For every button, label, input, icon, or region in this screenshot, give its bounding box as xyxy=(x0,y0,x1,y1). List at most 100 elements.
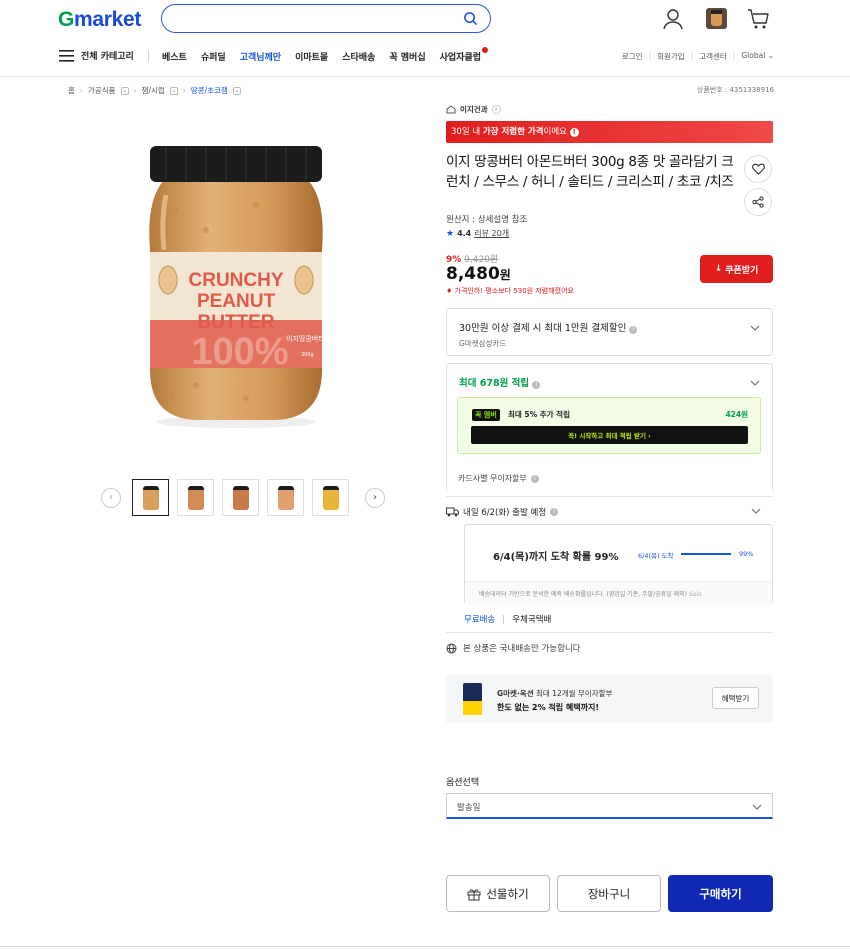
installment-text: 카드사별 무이자할부 xyxy=(458,474,527,483)
star-icon: ★ xyxy=(446,228,455,239)
lowest-price-banner: 30일 내 가장 저렴한 가격이에요 ! xyxy=(446,121,773,143)
nav-emart[interactable]: 이마트몰 xyxy=(295,50,328,63)
section-divider xyxy=(446,496,773,497)
banner-suffix: 이에요 xyxy=(543,127,568,137)
footer-divider xyxy=(0,946,850,947)
jar-text-peanut: PEANUT xyxy=(197,291,276,312)
all-category-menu[interactable]: 전체 카테고리 xyxy=(59,49,134,62)
nav-for-you[interactable]: 고객님께만 xyxy=(240,50,281,63)
review-count[interactable]: 리뷰 20개 xyxy=(474,228,509,239)
thumbnail-5[interactable] xyxy=(312,479,349,516)
domestic-text: 본 상품은 국내배송만 가능합니다 xyxy=(463,644,581,654)
all-category-label: 전체 카테고리 xyxy=(81,52,134,62)
delivery-note-brand: Solo xyxy=(688,591,702,598)
rating-score: 4.4 xyxy=(457,229,472,238)
domestic-shipping-note: 본 상품은 국내배송만 가능합니다 xyxy=(446,642,581,654)
nav-superdeal[interactable]: 슈퍼딜 xyxy=(201,50,226,63)
chevron-right-icon: › xyxy=(491,105,501,114)
seller-link[interactable]: 이지건과 › xyxy=(446,104,501,115)
card-benefit-panel[interactable]: 30만원 이상 결제 시 최대 1만원 결제할인 i G마켓삼성카드 xyxy=(446,308,773,356)
gift-icon xyxy=(467,888,481,900)
search-input[interactable] xyxy=(161,4,491,33)
chevron-up-icon[interactable] xyxy=(751,506,761,516)
banner-strong: 가장 저렴한 가격 xyxy=(482,127,544,137)
shipping-title: 내일 6/2(화) 출발 예정 xyxy=(463,508,547,518)
option-select[interactable]: 발송일 xyxy=(446,793,773,819)
thumbnail-4[interactable] xyxy=(267,479,304,516)
thumbnail-3[interactable] xyxy=(222,479,259,516)
thumbnail-1[interactable] xyxy=(132,479,169,516)
points-title-text: 최대 678원 적립 xyxy=(459,378,530,389)
arrival-bar-fill xyxy=(681,553,731,555)
wishlist-button[interactable] xyxy=(744,155,772,183)
membership-start-button[interactable]: 꼭! 시작하고 최대 적립 받기 › xyxy=(471,426,748,444)
info-icon[interactable]: i xyxy=(532,381,541,389)
cart-icon[interactable] xyxy=(746,7,770,31)
chevron-down-icon xyxy=(752,804,762,810)
origin-info: 원산지 : 상세설명 참조 xyxy=(446,215,528,225)
membership-text: 최대 5% 추가 적립 xyxy=(508,410,570,419)
recent-view-thumbnail[interactable] xyxy=(706,8,727,29)
card-promo-banner[interactable]: G마켓·옥션 최대 12개월 무이자할부 한도 없는 2% 적립 혜택까지! 혜… xyxy=(446,675,773,723)
share-button[interactable] xyxy=(744,188,772,216)
divider xyxy=(503,614,505,624)
customer-center-link[interactable]: 고객센터 xyxy=(699,51,727,62)
jar-lid xyxy=(150,146,322,182)
rating-summary[interactable]: ★ 4.4 리뷰 20개 xyxy=(446,228,509,239)
thumb-next-button[interactable]: › xyxy=(365,487,385,508)
info-icon[interactable]: ! xyxy=(569,128,579,137)
sale-price: 8,480원 xyxy=(446,264,511,284)
global-label: Global xyxy=(741,51,766,60)
nav-membership[interactable]: 꼭 멤버십 xyxy=(389,50,425,63)
chevron-left-icon: ‹ xyxy=(109,492,113,503)
product-main-image[interactable]: CRUNCHY PEANUT BUTTER 100% 이지땅콩버터 300g xyxy=(136,140,336,430)
thumbnail-2[interactable] xyxy=(177,479,214,516)
info-icon[interactable]: i xyxy=(629,326,638,334)
membership-box: 꼭 멤버 최대 5% 추가 적립 424원 꼭! 시작하고 최대 적립 받기 › xyxy=(457,397,761,454)
promo-line1: G마켓·옥션 최대 12개월 무이자할부 xyxy=(497,688,612,699)
info-icon[interactable]: i xyxy=(550,508,559,516)
signup-link[interactable]: 회원가입 xyxy=(657,51,685,62)
nav-business-club-label: 사업자클럽 xyxy=(439,53,482,63)
global-link[interactable]: Global ⌄ xyxy=(741,51,774,62)
add-to-cart-button[interactable]: 장바구니 xyxy=(557,875,661,912)
promo-line1-rest: 최대 12개월 무이자할부 xyxy=(533,689,613,698)
delivery-note: 배송데이터 기반으로 분석한 예측 배송확률입니다. (영업일 기준, 주말/공… xyxy=(465,581,772,604)
gmarket-logo[interactable]: Gmarket xyxy=(58,8,141,32)
chevron-down-icon[interactable]: ⌄ xyxy=(232,86,241,95)
breadcrumb-home[interactable]: 홈 xyxy=(68,85,75,96)
arrival-probability-bar xyxy=(681,553,731,555)
get-benefit-button[interactable]: 혜택받기 xyxy=(712,687,759,709)
breadcrumb-current[interactable]: 땅콩/초코잼 xyxy=(191,85,228,96)
jar-text-butter: BUTTER xyxy=(197,312,274,333)
utility-links: 로그인 | 회원가입 | 고객센터 | Global ⌄ xyxy=(621,51,774,62)
search-icon[interactable] xyxy=(463,11,478,26)
chevron-down-icon xyxy=(750,325,760,331)
chevron-down-icon[interactable]: ⌄ xyxy=(169,86,178,95)
info-icon[interactable]: i xyxy=(530,474,539,483)
nav-business-club[interactable]: 사업자클럽 xyxy=(439,47,489,63)
breadcrumb: 홈 › 가공식품 ⌄ › 잼/시럽 ⌄ › 땅콩/초코잼 ⌄ xyxy=(68,85,241,96)
login-link[interactable]: 로그인 xyxy=(622,51,643,62)
buy-now-button[interactable]: 구매하기 xyxy=(668,875,773,912)
product-number: 상품번호 : 4351338916 xyxy=(696,86,774,94)
shipping-header[interactable]: 내일 6/2(화) 출발 예정 i xyxy=(446,506,559,518)
coupon-button[interactable]: ↓ 쿠폰받기 xyxy=(700,255,773,283)
chevron-right-icon: › xyxy=(373,492,377,503)
thumb-prev-button[interactable]: ‹ xyxy=(101,487,121,508)
user-icon[interactable] xyxy=(661,7,685,31)
free-shipping-label[interactable]: 무료배송 xyxy=(464,613,495,625)
shipping-options: 무료배송 우체국택배 xyxy=(464,613,551,625)
breadcrumb-level1[interactable]: 가공식품 xyxy=(88,85,116,96)
promo-brand: G마켓·옥션 xyxy=(497,689,534,698)
share-icon xyxy=(752,196,764,208)
nav-best[interactable]: 베스트 xyxy=(162,50,187,63)
chevron-right-icon: › xyxy=(79,86,83,95)
section-divider xyxy=(446,632,773,633)
price-drop-note: ♦ 가격인하! 평소보다 530원 저렴해졌어요 xyxy=(446,286,574,296)
chevron-down-icon[interactable]: ⌄ xyxy=(120,86,129,95)
option-label: 옵션선택 xyxy=(446,778,480,788)
breadcrumb-level2[interactable]: 잼/시럽 xyxy=(142,85,165,96)
gift-button[interactable]: 선물하기 xyxy=(446,875,550,912)
nav-star-delivery[interactable]: 스타배송 xyxy=(342,50,375,63)
